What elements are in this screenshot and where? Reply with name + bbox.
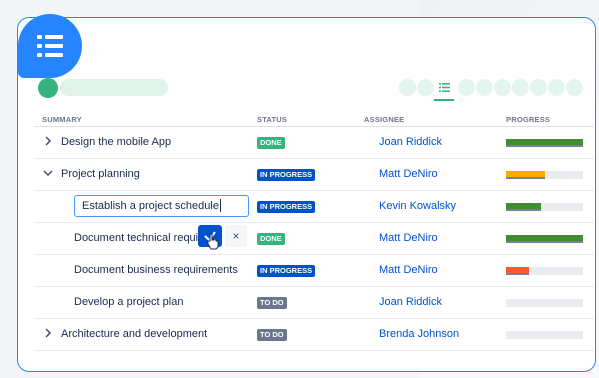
table-row[interactable]: Project planning IN PROGRESS Matt DeNiro [34, 159, 594, 191]
progress-bar [506, 203, 583, 211]
status-badge[interactable]: IN PROGRESS [257, 169, 316, 181]
list-icon [439, 83, 450, 92]
view-tab[interactable] [566, 79, 583, 96]
table-row[interactable]: Develop a project plan TO DO Joan Riddick [34, 287, 594, 319]
status-badge[interactable]: TO DO [257, 297, 287, 309]
progress-bar [506, 331, 583, 339]
active-tab-indicator [434, 99, 454, 101]
table-row[interactable]: Establish a project schedule IN PROGRESS K… [34, 191, 594, 223]
assignee-link[interactable]: Matt DeNiro [379, 232, 438, 244]
text-caret [220, 199, 221, 212]
column-header-status[interactable]: STATUS [257, 115, 287, 124]
progress-bar [506, 139, 583, 147]
summary-edit-value: Establish a project schedule [82, 200, 219, 212]
progress-baseline [506, 145, 583, 147]
view-tab[interactable] [476, 79, 493, 96]
status-badge[interactable]: IN PROGRESS [257, 265, 316, 277]
hand-cursor-icon [207, 233, 219, 250]
view-tab[interactable] [494, 79, 511, 96]
view-tab[interactable] [458, 79, 475, 96]
column-header-progress[interactable]: PROGRESS [506, 115, 550, 124]
avatar [38, 78, 58, 98]
assignee-link[interactable]: Brenda Johnson [379, 328, 459, 340]
assignee-link[interactable]: Matt DeNiro [379, 168, 438, 180]
assignee-link[interactable]: Kevin Kowalsky [379, 200, 456, 212]
row-summary[interactable]: Architecture and development [61, 328, 207, 340]
assignee-link[interactable]: Joan Riddick [379, 296, 442, 308]
row-summary[interactable]: Design the mobile App [61, 136, 171, 148]
cancel-edit-button[interactable]: × [225, 225, 247, 247]
status-badge[interactable]: TO DO [257, 329, 287, 341]
status-badge[interactable]: DONE [257, 137, 285, 149]
view-tab[interactable] [399, 79, 416, 96]
chevron-down-icon[interactable] [42, 166, 54, 180]
title-placeholder [60, 79, 168, 96]
assignee-link[interactable]: Joan Riddick [379, 136, 442, 148]
view-tab[interactable] [548, 79, 565, 96]
table-row[interactable]: Design the mobile App DONE Joan Riddick [34, 127, 594, 159]
table-row[interactable]: Document technical requi DONE Matt DeNiro × [34, 223, 594, 255]
close-icon: × [232, 229, 240, 243]
summary-edit-input[interactable]: Establish a project schedule [74, 195, 249, 217]
view-tab[interactable] [530, 79, 547, 96]
progress-bar [506, 267, 583, 275]
progress-baseline [506, 177, 545, 179]
progress-bar [506, 171, 583, 179]
status-badge[interactable]: IN PROGRESS [257, 201, 316, 213]
progress-baseline [506, 273, 530, 275]
table-row[interactable]: Architecture and development TO DO Brenda … [34, 319, 594, 351]
view-tab-list[interactable] [436, 79, 453, 96]
list-icon [18, 14, 82, 78]
table-row[interactable]: Document business requirements IN PROGRES… [34, 255, 594, 287]
view-tab[interactable] [512, 79, 529, 96]
column-header-summary[interactable]: SUMMARY [42, 115, 82, 124]
progress-baseline [506, 209, 541, 211]
assignee-link[interactable]: Matt DeNiro [379, 264, 438, 276]
progress-bar [506, 299, 583, 307]
row-summary[interactable]: Project planning [61, 168, 140, 180]
chevron-right-icon[interactable] [42, 326, 54, 340]
row-summary[interactable]: Develop a project plan [74, 296, 183, 308]
row-summary[interactable]: Document technical requi [74, 232, 198, 244]
column-header-assignee[interactable]: ASSIGNEE [364, 115, 404, 124]
status-badge[interactable]: DONE [257, 233, 285, 245]
row-summary[interactable]: Document business requirements [74, 264, 238, 276]
progress-bar [506, 235, 583, 243]
chevron-right-icon[interactable] [42, 134, 54, 148]
progress-baseline [506, 241, 583, 243]
view-tab[interactable] [417, 79, 434, 96]
